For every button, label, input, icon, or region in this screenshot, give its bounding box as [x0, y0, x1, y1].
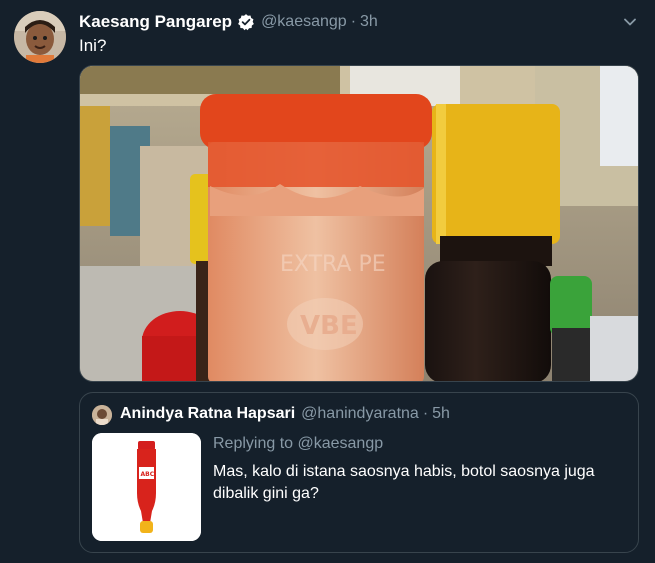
tweet-text: Ini? [79, 36, 107, 55]
tweet-timestamp[interactable]: 3h [360, 13, 378, 31]
quoted-tweet-timestamp[interactable]: 5h [432, 405, 450, 423]
quoted-author-handle[interactable]: @hanindyaratna [301, 405, 419, 423]
quoted-tweet-text: Mas, kalo di istana saosnya habis, botol… [213, 463, 595, 502]
separator-dot: · [422, 405, 429, 422]
quoted-tweet-thumbnail[interactable]: ABC [92, 433, 201, 541]
quoted-tweet-header: Anindya Ratna Hapsari @hanindyaratna · 5… [120, 405, 450, 423]
quoted-author-avatar[interactable] [92, 405, 112, 425]
separator-dot: · [350, 13, 357, 30]
author-name[interactable]: Kaesang Pangarep [79, 12, 232, 32]
verified-badge-icon [237, 13, 255, 31]
svg-text:EXTRA PE: EXTRA PE [280, 252, 386, 277]
replying-to-label: Replying to @kaesangp [213, 435, 384, 452]
author-avatar[interactable] [14, 11, 66, 63]
tweet-photo[interactable]: EXTRA PE VBE [79, 65, 639, 382]
quoted-author-name[interactable]: Anindya Ratna Hapsari [120, 405, 295, 423]
jar-label: VBE [300, 311, 358, 341]
thumbnail-label: ABC [141, 471, 155, 478]
author-handle[interactable]: @kaesangp [261, 13, 347, 31]
chevron-down-icon[interactable] [620, 12, 640, 32]
tweet-header: Kaesang Pangarep @kaesangp · 3h [79, 12, 378, 32]
quoted-tweet[interactable]: Anindya Ratna Hapsari @hanindyaratna · 5… [79, 392, 639, 553]
